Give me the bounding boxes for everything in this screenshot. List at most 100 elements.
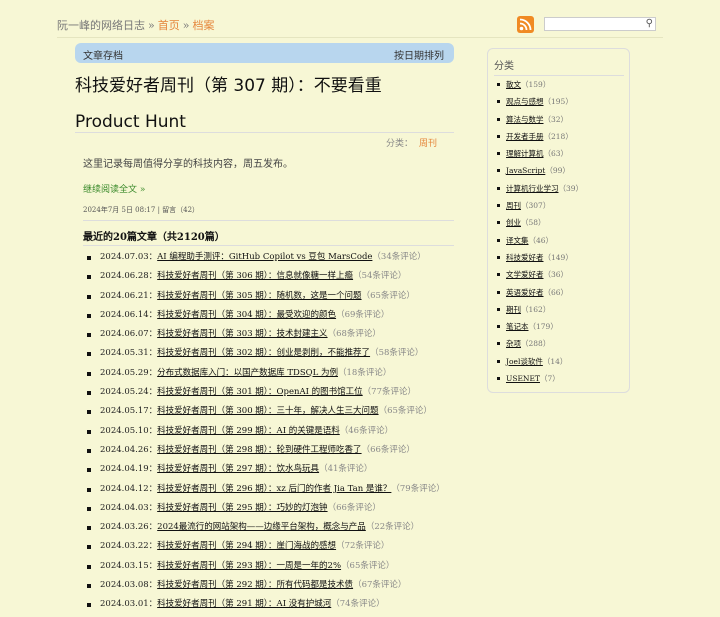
list-item: 2024.04.26：科技爱好者周刊（第 298 期）：轮到硬件工程师吃香了（6…: [87, 443, 445, 462]
post-title-line1[interactable]: 科技爱好者周刊（第 307 期）：不要看重: [75, 76, 382, 96]
article-link[interactable]: 科技爱好者周刊（第 302 期）：创业是剥削，不能推荐了: [157, 348, 370, 358]
category-link[interactable]: 散文: [506, 80, 521, 89]
article-link[interactable]: 科技爱好者周刊（第 306 期）：信息就像糖一样上瘾: [157, 271, 353, 281]
article-link[interactable]: 科技爱好者周刊（第 305 期）：随机数，这是一个问题: [157, 291, 361, 301]
read-more-link[interactable]: 继续阅读全文 »: [83, 182, 145, 195]
category-link[interactable]: USENET: [506, 374, 540, 383]
article-date: 2024.05.17：: [100, 406, 158, 417]
search-input[interactable]: ⚲: [544, 17, 656, 31]
sidebar-item: USENET（7）: [496, 373, 583, 390]
sort-by-date-link[interactable]: 按日期排列: [394, 47, 444, 62]
article-comments: （66条评论）: [327, 502, 381, 513]
post-description: 这里记录每周值得分享的科技内容，周五发布。: [83, 159, 293, 170]
site-link[interactable]: 阮一峰的网络日志: [57, 19, 145, 32]
article-comments: （79条评论）: [391, 483, 445, 494]
category-count: （63）: [543, 149, 569, 159]
article-date: 2024.04.19：: [100, 464, 158, 475]
category-link[interactable]: 杂项: [506, 339, 521, 348]
article-comments: （74条评论）: [331, 599, 385, 610]
post-meta: 2024年7月 5日 08:17 | 留言（42）: [83, 205, 454, 221]
category-link[interactable]: 观点与感想: [506, 97, 544, 106]
article-link[interactable]: 科技爱好者周刊（第 297 期）：饮水鸟玩具: [157, 464, 319, 474]
article-link[interactable]: 2024最流行的网站架构——边缘平台架构，概念与产品: [157, 522, 366, 532]
breadcrumb-separator: »: [148, 19, 155, 32]
article-date: 2024.07.03：: [100, 252, 158, 262]
category-count: （36）: [543, 270, 569, 280]
article-link[interactable]: 科技爱好者周刊（第 304 期）：最受欢迎的颜色: [157, 310, 336, 320]
category-link[interactable]: 计算机行业学习: [506, 184, 559, 193]
breadcrumb: 阮一峰的网络日志» 首页» 档案: [57, 17, 214, 33]
article-link[interactable]: 科技爱好者周刊（第 300 期）：三十年，解决人生三大问题: [157, 406, 378, 416]
category-link[interactable]: 笔记本: [506, 322, 529, 331]
post-title[interactable]: 科技爱好者周刊（第 307 期）：不要看重 Product Hunt: [75, 72, 445, 136]
category-link[interactable]: 算法与数学: [506, 115, 544, 124]
list-item: 2024.03.22：科技爱好者周刊（第 294 期）：崖门海战的感想（72条评…: [87, 539, 445, 558]
article-comments: （68条评论）: [327, 329, 381, 340]
article-date: 2024.04.26：: [100, 444, 158, 455]
article-link[interactable]: 分布式数据库入门：以国产数据库 TDSQL 为例: [157, 368, 338, 378]
home-link[interactable]: 首页: [158, 19, 180, 32]
list-item: 2024.06.28：科技爱好者周刊（第 306 期）：信息就像糖一样上瘾（54…: [87, 269, 445, 288]
category-link[interactable]: JavaScript: [506, 166, 545, 175]
category-count: （99）: [545, 166, 570, 176]
article-link[interactable]: 科技爱好者周刊（第 291 期）：AI 没有护城河: [157, 599, 331, 609]
list-item: 2024.07.03：AI 编程助手测评：GitHub Copilot vs 豆…: [87, 250, 445, 269]
article-link[interactable]: 科技爱好者周刊（第 294 期）：崖门海战的感想: [157, 541, 336, 551]
category-count: （149）: [543, 252, 573, 262]
search-icon[interactable]: ⚲: [646, 18, 653, 30]
sidebar-item: JavaScript（99）: [496, 165, 583, 182]
article-comments: （34条评论）: [372, 252, 426, 262]
recent-heading: 最近的20篇文章（共2120篇）: [83, 232, 225, 243]
category-count: （39）: [558, 183, 584, 193]
category-count: （14）: [542, 356, 568, 366]
article-link[interactable]: 科技爱好者周刊（第 298 期）：轮到硬件工程师吃香了: [157, 445, 361, 455]
article-link[interactable]: 科技爱好者周刊（第 295 期）：巧妙的灯泡钟: [157, 503, 327, 513]
article-comments: （67条评论）: [353, 580, 407, 591]
article-date: 2024.05.10：: [100, 425, 158, 436]
article-comments: （22条评论）: [365, 522, 420, 533]
article-date: 2024.03.15：: [100, 560, 158, 571]
article-date: 2024.03.01：: [100, 599, 158, 610]
rss-icon[interactable]: [517, 16, 534, 33]
category-link[interactable]: 英语爱好者: [506, 288, 544, 297]
sidebar-item: 文学爱好者（36）: [496, 269, 583, 286]
recent-articles-list: 2024.07.03：AI 编程助手测评：GitHub Copilot vs 豆…: [87, 250, 445, 617]
sidebar-item: 周刊（307）: [496, 200, 583, 217]
article-date: 2024.06.07：: [100, 329, 158, 340]
article-comments: （66条评论）: [361, 444, 415, 455]
category-link[interactable]: 创业: [506, 218, 521, 227]
header-divider: [57, 37, 663, 38]
category-count: （162）: [521, 304, 551, 314]
category-count: （195）: [543, 97, 573, 107]
sidebar-item: Joel谈软件（14）: [496, 356, 583, 373]
article-date: 2024.05.31：: [100, 348, 158, 359]
article-link[interactable]: 科技爱好者周刊（第 293 期）：一周是一年的2%: [157, 561, 341, 571]
category-link[interactable]: 期刊: [506, 305, 521, 314]
article-link[interactable]: AI 编程助手测评：GitHub Copilot vs 豆包 MarsCode: [157, 252, 372, 262]
article-link[interactable]: 科技爱好者周刊（第 301 期）：OpenAI 的图书馆工位: [157, 387, 363, 397]
category-link[interactable]: 周刊: [419, 139, 437, 149]
category-link[interactable]: 周刊: [506, 201, 521, 210]
article-comments: （72条评论）: [336, 541, 390, 552]
category-link[interactable]: 开发者手册: [506, 132, 544, 141]
article-comments: （65条评论）: [361, 290, 415, 301]
sidebar-item: 期刊（162）: [496, 304, 583, 321]
category-link[interactable]: 文学爱好者: [506, 270, 544, 279]
sidebar-item: 散文（159）: [496, 79, 583, 96]
article-link[interactable]: 科技爱好者周刊（第 292 期）：所有代码都是技术债: [157, 580, 353, 590]
article-date: 2024.03.26：: [100, 522, 158, 533]
article-link[interactable]: 科技爱好者周刊（第 303 期）：技术封建主义: [157, 329, 327, 339]
category-link[interactable]: 理解计算机: [506, 149, 544, 158]
category-list: 散文（159） 观点与感想（195） 算法与数学（32） 开发者手册（218） …: [496, 79, 584, 390]
list-item: 2024.03.08：科技爱好者周刊（第 292 期）：所有代码都是技术债（67…: [87, 578, 445, 597]
category-link[interactable]: 译文集: [506, 236, 529, 245]
article-link[interactable]: 科技爱好者周刊（第 296 期）：xz 后门的作者 Jia Tan 是谁？: [157, 484, 391, 494]
article-link[interactable]: 科技爱好者周刊（第 299 期）：AI 的关键是语料: [157, 426, 340, 436]
article-date: 2024.05.29：: [100, 367, 158, 378]
category-link[interactable]: 科技爱好者: [506, 253, 544, 262]
article-date: 2024.04.03：: [100, 502, 158, 513]
list-item: 2024.03.26：2024最流行的网站架构——边缘平台架构，概念与产品（22…: [87, 520, 445, 539]
category-count: （159）: [521, 80, 551, 89]
archive-link[interactable]: 档案: [192, 19, 214, 32]
category-link[interactable]: Joel谈软件: [506, 357, 543, 366]
